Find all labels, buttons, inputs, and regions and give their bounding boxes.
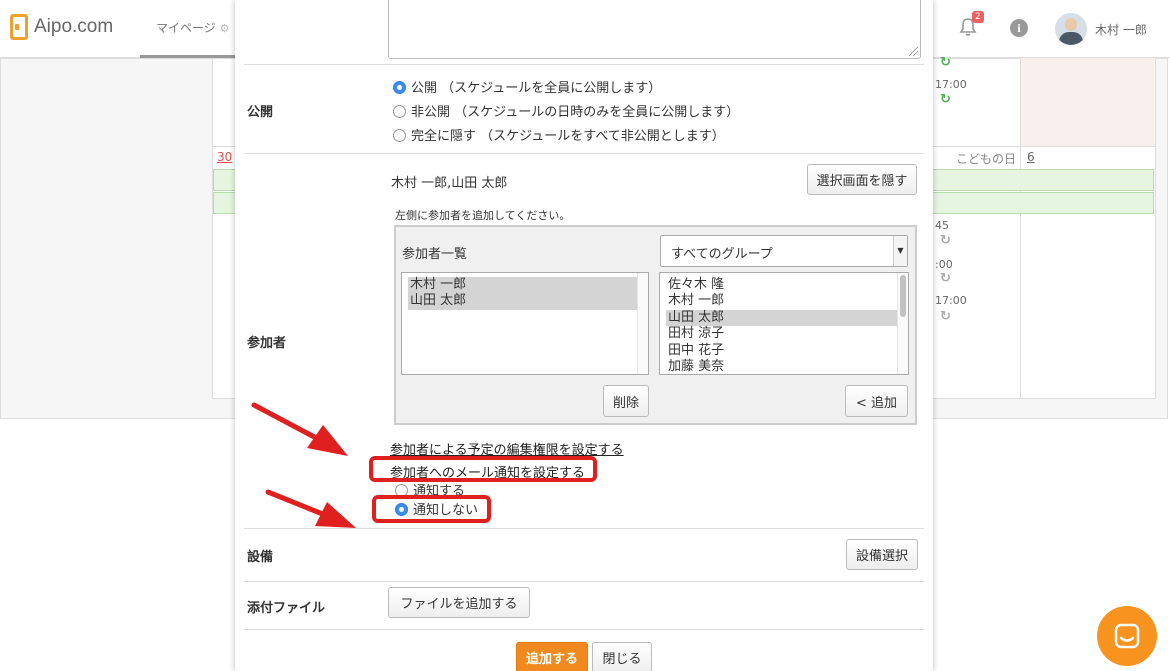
facility-label: 設備: [247, 550, 274, 565]
calendar-date-30[interactable]: 30: [217, 150, 232, 164]
list-item[interactable]: 佐々木 隆: [666, 277, 902, 293]
scrollbar[interactable]: [637, 273, 648, 374]
submit-button[interactable]: 追加する: [516, 642, 588, 671]
dropdown-arrow-icon[interactable]: ▼: [893, 236, 907, 266]
list-item[interactable]: 木村 一郎: [408, 277, 642, 294]
selected-participants: 木村 一郎,山田 太郎: [391, 176, 508, 191]
logo-text: Aipo.com: [34, 16, 114, 37]
calendar-date-6[interactable]: 6: [1027, 150, 1035, 164]
list-item[interactable]: 田中 花子: [666, 343, 902, 359]
publish-option-public[interactable]: 公開 （スケジュールを全員に公開します）: [393, 77, 661, 96]
logo-icon: [10, 14, 28, 40]
divider: [244, 528, 924, 529]
close-button[interactable]: 閉じる: [592, 642, 652, 671]
calendar-cell-weekend: [1020, 58, 1155, 146]
divider: [244, 581, 924, 582]
memo-textarea[interactable]: [388, 0, 921, 59]
hide-picker-button[interactable]: 選択画面を隠す: [807, 164, 917, 195]
delete-button[interactable]: 削除: [603, 385, 649, 417]
calendar-event-time: 17:00: [935, 78, 967, 91]
calendar-event-time: :00: [935, 258, 953, 271]
add-participant-button[interactable]: < 追加: [845, 385, 908, 417]
repeat-icon: ↻: [940, 233, 951, 248]
selected-participant-list[interactable]: 木村 一郎 山田 太郎: [401, 272, 649, 375]
gear-icon: ⚙: [219, 22, 230, 35]
scrollbar[interactable]: [897, 273, 908, 374]
publish-option-private[interactable]: 非公開 （スケジュールの日時のみを全員に公開します）: [393, 101, 739, 120]
logo[interactable]: Aipo.com: [10, 14, 113, 40]
publish-label: 公開: [247, 105, 274, 120]
divider: [244, 629, 924, 630]
participants-hint: 左側に参加者を追加してください。: [395, 209, 571, 222]
participant-picker: 参加者一覧 すべてのグループ ▼ 木村 一郎 山田 太郎 佐々木 隆 木村 一郎…: [394, 225, 917, 425]
list-item[interactable]: 加藤 美奈: [666, 359, 902, 374]
participants-label: 参加者: [247, 336, 287, 351]
highlight-box: [369, 456, 597, 482]
repeat-icon: ↻: [940, 55, 951, 70]
publish-option-hidden[interactable]: 完全に隠す （スケジュールをすべて非公開とします）: [393, 125, 725, 144]
info-icon[interactable]: i: [1010, 19, 1028, 37]
nav-mypage-label: マイページ: [156, 21, 216, 35]
highlight-box: [372, 495, 491, 523]
calendar-holiday-label: こどもの日: [956, 152, 1017, 166]
list-item[interactable]: 田村 涼子: [666, 326, 902, 342]
attachment-label: 添付ファイル: [247, 601, 326, 616]
group-select[interactable]: すべてのグループ ▼: [660, 235, 908, 267]
calendar-event-time: 45: [935, 219, 949, 232]
radio-icon[interactable]: [393, 129, 406, 142]
divider: [244, 153, 924, 154]
member-list[interactable]: 佐々木 隆 木村 一郎 山田 太郎 田村 涼子 田中 花子 加藤 美奈: [659, 272, 909, 375]
list-item[interactable]: 山田 太郎: [408, 293, 642, 310]
notification-badge: 2: [972, 11, 984, 23]
participant-list-title: 参加者一覧: [402, 247, 468, 262]
add-file-button[interactable]: ファイルを追加する: [388, 587, 530, 618]
facility-select-button[interactable]: 設備選択: [846, 539, 918, 570]
chat-icon: [1114, 623, 1140, 649]
divider: [244, 64, 924, 65]
list-item[interactable]: 木村 一郎: [666, 293, 902, 309]
avatar[interactable]: [1055, 13, 1087, 45]
schedule-dialog: 公開 公開 （スケジュールを全員に公開します） 非公開 （スケジュールの日時のみ…: [235, 0, 933, 671]
nav-mypage[interactable]: マイページ ⚙: [140, 0, 235, 58]
chat-button[interactable]: [1097, 606, 1157, 666]
repeat-icon: ↻: [940, 309, 951, 324]
repeat-icon: ↻: [940, 271, 951, 286]
list-item[interactable]: 山田 太郎: [666, 309, 902, 327]
resize-grip-icon[interactable]: [909, 47, 918, 56]
calendar-event-time: 17:00: [935, 294, 967, 307]
repeat-icon: ↻: [940, 92, 951, 107]
user-name[interactable]: 木村 一郎: [1095, 21, 1147, 38]
radio-icon[interactable]: [393, 105, 406, 118]
radio-checked-icon[interactable]: [393, 81, 406, 94]
